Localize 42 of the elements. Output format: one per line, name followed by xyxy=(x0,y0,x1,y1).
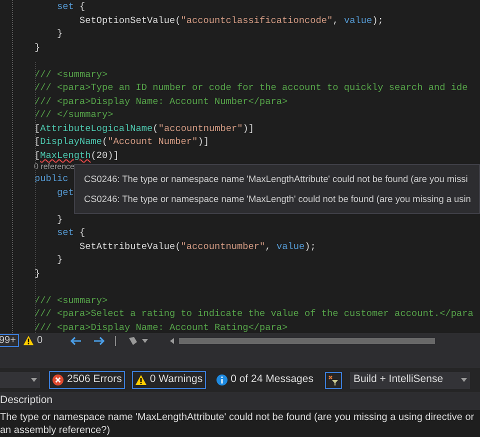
code-line: } xyxy=(34,40,40,54)
back-arrow-icon[interactable] xyxy=(70,336,82,346)
warning-icon xyxy=(134,374,147,386)
errors-filter-button[interactable]: 2506 Errors xyxy=(49,371,125,389)
code-line: /// <para>Display Name: Account Number</para> xyxy=(34,94,288,108)
code-line: set { xyxy=(56,0,86,14)
code-line: /// <para>Display Name: Account Rating</para> xyxy=(34,320,288,333)
code-line: [DisplayName("Account Number")] xyxy=(34,135,209,148)
scroll-left-icon[interactable] xyxy=(170,338,174,344)
tooltip-message: CS0246: The type or namespace name 'MaxLengthAttribute' could not be found (are you missi xyxy=(84,172,469,186)
caret-icon xyxy=(461,378,468,382)
code-line: /// <summary> xyxy=(34,294,108,307)
code-line: get xyxy=(56,186,74,199)
scrollbar-thumb[interactable] xyxy=(178,338,435,344)
messages-filter-button[interactable]: 0 of 24 Messages xyxy=(214,371,316,389)
error-description[interactable]: The type or namespace name 'MaxLengthAttribute' could not be found (are you missing a using directive or an assembly reference?) xyxy=(0,410,480,437)
code-line: [MaxLength(20)] xyxy=(34,148,119,162)
warnings-filter-button[interactable]: 0 Warnings xyxy=(132,371,206,389)
code-line: SetAttributeValue("accountnumber", value); xyxy=(78,240,316,253)
code-line: /// </summary> xyxy=(34,108,114,122)
caret-icon xyxy=(142,338,148,342)
info-icon xyxy=(216,374,228,386)
code-line: } xyxy=(56,212,63,226)
code-line: /// <summary> xyxy=(34,68,108,81)
error-icon xyxy=(52,374,64,386)
warning-count[interactable]: 0 xyxy=(36,333,43,348)
caret-icon xyxy=(31,378,37,382)
code-line: /// <para>Type an ID number or code for the account to quickly search and ide xyxy=(34,81,468,94)
build-source-dropdown[interactable]: Build + IntelliSense xyxy=(350,372,470,388)
code-line: } xyxy=(34,266,40,280)
code-line: SetOptionSetValue("accountclassificationcode", value); xyxy=(78,14,384,27)
code-line: set { xyxy=(56,226,86,240)
code-line: } xyxy=(56,27,63,40)
filter-button[interactable] xyxy=(325,372,342,388)
tooltip-message: CS0246: The type or namespace name 'MaxLength' could not be found (are you missing a usin xyxy=(84,192,472,206)
code-line: } xyxy=(56,253,63,266)
warning-icon xyxy=(22,335,34,346)
code-line: /// <para>Select a rating to indicate the value of the customer account.</para xyxy=(34,307,474,320)
code-line: [AttributeLogicalName("accountnumber")] xyxy=(34,122,254,135)
forward-arrow-icon[interactable] xyxy=(92,336,105,346)
code-line: public xyxy=(34,172,68,186)
filter-icon xyxy=(328,374,340,386)
